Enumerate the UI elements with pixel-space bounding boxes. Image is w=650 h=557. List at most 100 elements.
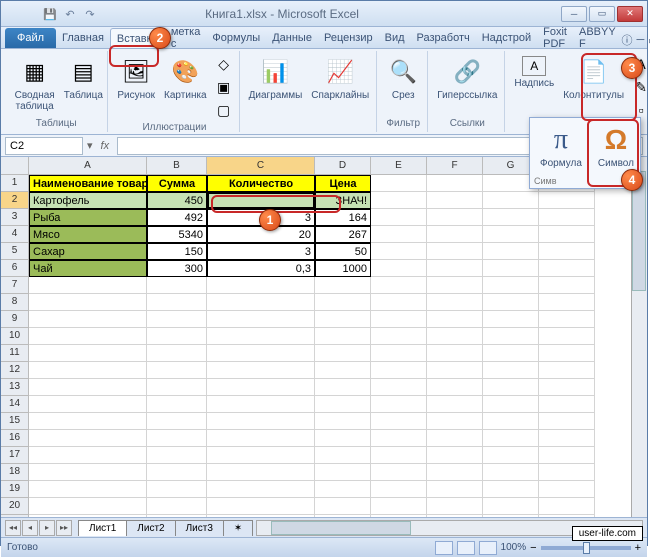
cell-G5[interactable] — [483, 243, 539, 260]
cell-F20[interactable] — [427, 498, 483, 515]
cell-G11[interactable] — [483, 345, 539, 362]
cell-F15[interactable] — [427, 413, 483, 430]
cell-F8[interactable] — [427, 294, 483, 311]
tab-view[interactable]: Вид — [379, 28, 411, 48]
cell-G10[interactable] — [483, 328, 539, 345]
cell-A21[interactable] — [29, 515, 147, 517]
cell-E19[interactable] — [371, 481, 427, 498]
redo-icon[interactable]: ↷ — [81, 5, 99, 23]
sparklines-button[interactable]: 📈Спарклайны — [308, 53, 372, 104]
cell-F2[interactable] — [427, 192, 483, 209]
sheet-nav-first[interactable]: ◂◂ — [5, 520, 21, 536]
cell-E3[interactable] — [371, 209, 427, 226]
cell-F3[interactable] — [427, 209, 483, 226]
cell-E11[interactable] — [371, 345, 427, 362]
cell-H10[interactable] — [539, 328, 595, 345]
cell-A9[interactable] — [29, 311, 147, 328]
cell-A1[interactable]: Наименование товара — [29, 175, 147, 192]
row-header-15[interactable]: 15 — [1, 413, 29, 430]
cell-F9[interactable] — [427, 311, 483, 328]
row-header-21[interactable]: 21 — [1, 515, 29, 517]
cell-E5[interactable] — [371, 243, 427, 260]
cell-F14[interactable] — [427, 396, 483, 413]
sheet-nav-prev[interactable]: ◂ — [22, 520, 38, 536]
cell-E18[interactable] — [371, 464, 427, 481]
tab-file[interactable]: Файл — [5, 28, 56, 48]
row-header-3[interactable]: 3 — [1, 209, 29, 226]
tab-foxit[interactable]: Foxit PDF — [537, 28, 573, 48]
cell-E2[interactable] — [371, 192, 427, 209]
cell-C5[interactable]: 3 — [207, 243, 315, 260]
sheet-tab-2[interactable]: Лист2 — [126, 520, 175, 536]
cell-E7[interactable] — [371, 277, 427, 294]
cell-F5[interactable] — [427, 243, 483, 260]
row-header-11[interactable]: 11 — [1, 345, 29, 362]
cell-E16[interactable] — [371, 430, 427, 447]
cell-B12[interactable] — [147, 362, 207, 379]
cell-D4[interactable]: 267 — [315, 226, 371, 243]
cell-E14[interactable] — [371, 396, 427, 413]
cell-A20[interactable] — [29, 498, 147, 515]
cell-E9[interactable] — [371, 311, 427, 328]
cell-D21[interactable] — [315, 515, 371, 517]
row-header-18[interactable]: 18 — [1, 464, 29, 481]
cell-E6[interactable] — [371, 260, 427, 277]
row-header-14[interactable]: 14 — [1, 396, 29, 413]
cell-A18[interactable] — [29, 464, 147, 481]
cell-C14[interactable] — [207, 396, 315, 413]
cell-D9[interactable] — [315, 311, 371, 328]
cell-H14[interactable] — [539, 396, 595, 413]
cell-F1[interactable] — [427, 175, 483, 192]
cell-D15[interactable] — [315, 413, 371, 430]
cell-F21[interactable] — [427, 515, 483, 517]
ribbon-min-icon[interactable]: ─ — [636, 34, 644, 46]
cell-E1[interactable] — [371, 175, 427, 192]
cell-G12[interactable] — [483, 362, 539, 379]
charts-button[interactable]: 📊Диаграммы — [246, 53, 306, 104]
row-header-17[interactable]: 17 — [1, 447, 29, 464]
cell-D10[interactable] — [315, 328, 371, 345]
cell-C17[interactable] — [207, 447, 315, 464]
cell-B7[interactable] — [147, 277, 207, 294]
sigline-icon[interactable]: ✎ — [630, 76, 650, 98]
cell-F10[interactable] — [427, 328, 483, 345]
cell-A4[interactable]: Мясо — [29, 226, 147, 243]
cell-A8[interactable] — [29, 294, 147, 311]
cell-B3[interactable]: 492 — [147, 209, 207, 226]
cell-E15[interactable] — [371, 413, 427, 430]
cell-A3[interactable]: Рыба — [29, 209, 147, 226]
cell-H17[interactable] — [539, 447, 595, 464]
cell-B19[interactable] — [147, 481, 207, 498]
tab-developer[interactable]: Разработч — [411, 28, 476, 48]
cell-F13[interactable] — [427, 379, 483, 396]
cell-G7[interactable] — [483, 277, 539, 294]
cell-A12[interactable] — [29, 362, 147, 379]
cell-B11[interactable] — [147, 345, 207, 362]
cell-H15[interactable] — [539, 413, 595, 430]
row-header-10[interactable]: 10 — [1, 328, 29, 345]
cell-B21[interactable] — [147, 515, 207, 517]
cell-D19[interactable] — [315, 481, 371, 498]
cell-G14[interactable] — [483, 396, 539, 413]
col-header-F[interactable]: F — [427, 157, 483, 175]
row-header-5[interactable]: 5 — [1, 243, 29, 260]
cell-B8[interactable] — [147, 294, 207, 311]
cell-B10[interactable] — [147, 328, 207, 345]
row-header-6[interactable]: 6 — [1, 260, 29, 277]
tab-home[interactable]: Главная — [56, 28, 110, 48]
cell-G17[interactable] — [483, 447, 539, 464]
cell-A16[interactable] — [29, 430, 147, 447]
maximize-button[interactable]: ▭ — [589, 6, 615, 22]
tab-layout[interactable]: метка с — [165, 28, 207, 48]
hyperlink-button[interactable]: 🔗Гиперссылка — [434, 53, 500, 104]
cell-D20[interactable] — [315, 498, 371, 515]
cell-G9[interactable] — [483, 311, 539, 328]
cell-E21[interactable] — [371, 515, 427, 517]
namebox-dropdown-icon[interactable]: ▾ — [87, 139, 93, 152]
cell-H13[interactable] — [539, 379, 595, 396]
cell-A11[interactable] — [29, 345, 147, 362]
cell-G6[interactable] — [483, 260, 539, 277]
cell-E12[interactable] — [371, 362, 427, 379]
tab-formulas[interactable]: Формулы — [206, 28, 266, 48]
sheet-nav-next[interactable]: ▸ — [39, 520, 55, 536]
